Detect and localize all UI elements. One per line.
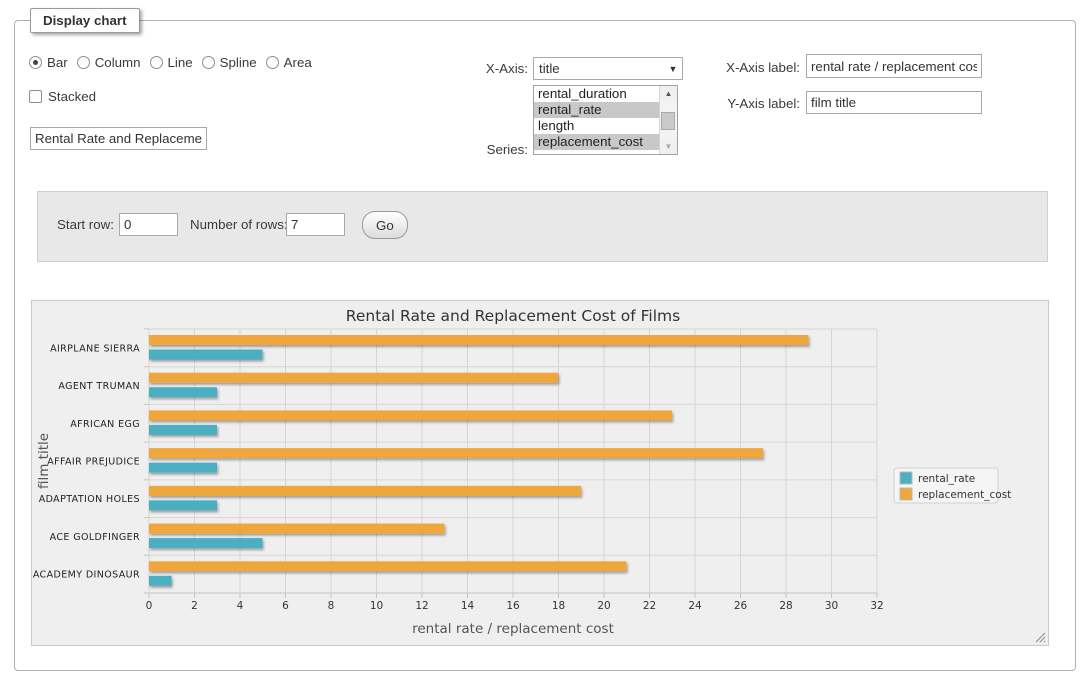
chart-type-radio-bar[interactable]: Bar (29, 55, 68, 70)
category-label: ACADEMY DINOSAUR (33, 570, 140, 581)
y-axis-title: film title (36, 433, 52, 489)
category-label: ADAPTATION HOLES (39, 494, 140, 505)
chart-legend: rental_rate replacement_cost (894, 468, 1011, 503)
series-option-rental-rate[interactable]: rental_rate (534, 102, 659, 118)
series-option-length[interactable]: length (534, 118, 659, 134)
category-label: ACE GOLDFINGER (50, 532, 140, 543)
scroll-up-icon[interactable]: ▲ (660, 86, 677, 101)
radio-label: Column (95, 55, 141, 70)
row-range-panel (37, 191, 1048, 262)
legend-label-replacement_cost[interactable]: replacement_cost (918, 489, 1011, 501)
x-tick-label: 24 (688, 600, 702, 612)
chart-type-radio-column[interactable]: Column (77, 55, 141, 70)
bar-rental_rate[interactable] (149, 350, 263, 360)
number-of-rows-label: Number of rows: (190, 217, 288, 232)
radio-icon (77, 56, 90, 69)
category-label: AFFAIR PREJUDICE (47, 457, 140, 468)
x-tick-label: 20 (597, 600, 610, 612)
x-tick-label: 30 (825, 600, 838, 612)
chart-title: Rental Rate and Replacement Cost of Film… (346, 307, 680, 325)
x-tick-label: 0 (146, 600, 153, 612)
bar-replacement_cost[interactable] (149, 524, 445, 534)
x-tick-label: 28 (779, 600, 792, 612)
bar-chart: Rental Rate and Replacement Cost of Film… (32, 301, 1048, 645)
x-tick-label: 18 (552, 600, 565, 612)
chart-type-radio-spline[interactable]: Spline (202, 55, 257, 70)
category-label: AGENT TRUMAN (58, 381, 140, 392)
radio-icon (266, 56, 279, 69)
radio-label: Line (168, 55, 193, 70)
stacked-checkbox[interactable]: Stacked (29, 89, 96, 104)
start-row-input[interactable] (119, 213, 178, 236)
x-tick-label: 14 (461, 600, 475, 612)
y-axis-label-input[interactable] (806, 91, 982, 114)
x-axis-select[interactable]: title ▼ (533, 57, 683, 80)
radio-icon (202, 56, 215, 69)
bar-replacement_cost[interactable] (149, 373, 558, 383)
radio-icon (29, 56, 42, 69)
x-axis-select-label: X-Axis: (430, 61, 528, 76)
chevron-down-icon: ▼ (664, 64, 682, 74)
x-axis-label-label: X-Axis label: (700, 60, 800, 75)
x-tick-label: 4 (237, 600, 244, 612)
radio-label: Spline (220, 55, 257, 70)
series-option-replacement-cost[interactable]: replacement_cost (534, 134, 659, 150)
go-button[interactable]: Go (362, 211, 408, 239)
x-axis-select-value: title (534, 61, 664, 76)
chart-title-input[interactable] (30, 127, 207, 150)
bar-replacement_cost[interactable] (149, 410, 672, 420)
bar-replacement_cost[interactable] (149, 335, 809, 345)
resize-handle[interactable] (1035, 632, 1046, 643)
series-list-scrollbar[interactable]: ▲ ▼ (659, 86, 677, 154)
chart-type-radio-line[interactable]: Line (150, 55, 193, 70)
chart-type-radio-group: Bar Column Line Spline Area (29, 55, 321, 70)
legend-swatch-replacement_cost[interactable] (900, 488, 912, 500)
series-option-rental-duration[interactable]: rental_duration (534, 86, 659, 102)
bar-replacement_cost[interactable] (149, 448, 763, 458)
category-label: AFRICAN EGG (70, 419, 140, 430)
x-tick-label: 2 (191, 600, 198, 612)
category-label: AIRPLANE SIERRA (50, 343, 140, 354)
checkbox-icon (29, 90, 42, 103)
bar-rental_rate[interactable] (149, 425, 217, 435)
series-options: rental_duration rental_rate length repla… (534, 86, 659, 154)
bar-rental_rate[interactable] (149, 463, 217, 473)
chart-container: Rental Rate and Replacement Cost of Film… (31, 300, 1049, 646)
series-list-label: Series: (430, 142, 528, 157)
x-tick-label: 26 (734, 600, 748, 612)
x-tick-label: 32 (870, 600, 883, 612)
series-multiselect[interactable]: rental_duration rental_rate length repla… (533, 85, 678, 155)
radio-label: Bar (47, 55, 68, 70)
legend-swatch-rental_rate[interactable] (900, 472, 912, 484)
bar-rental_rate[interactable] (149, 538, 263, 548)
bar-replacement_cost[interactable] (149, 561, 627, 571)
x-tick-label: 22 (643, 600, 656, 612)
x-tick-label: 16 (506, 600, 520, 612)
x-tick-label: 6 (282, 600, 289, 612)
stacked-label: Stacked (48, 89, 96, 104)
scroll-down-icon[interactable]: ▼ (660, 139, 677, 154)
bar-rental_rate[interactable] (149, 500, 217, 510)
legend-label-rental_rate[interactable]: rental_rate (918, 473, 975, 485)
page: Display chart Bar Column Line Spline Are… (0, 0, 1081, 681)
chart-type-radio-area[interactable]: Area (266, 55, 312, 70)
x-axis-title: rental rate / replacement cost (412, 621, 614, 637)
scrollbar-thumb[interactable] (661, 112, 675, 130)
x-tick-label: 8 (328, 600, 335, 612)
bar-rental_rate[interactable] (149, 576, 172, 586)
radio-icon (150, 56, 163, 69)
bar-replacement_cost[interactable] (149, 486, 581, 496)
start-row-label: Start row: (57, 217, 114, 232)
bar-rental_rate[interactable] (149, 387, 217, 397)
number-of-rows-input[interactable] (286, 213, 345, 236)
y-axis-label-label: Y-Axis label: (700, 96, 800, 111)
fieldset-legend: Display chart (30, 8, 140, 33)
x-tick-label: 10 (370, 600, 383, 612)
x-tick-label: 12 (415, 600, 428, 612)
go-button-label: Go (376, 218, 394, 233)
x-axis-label-input[interactable] (806, 54, 982, 78)
radio-label: Area (284, 55, 312, 70)
